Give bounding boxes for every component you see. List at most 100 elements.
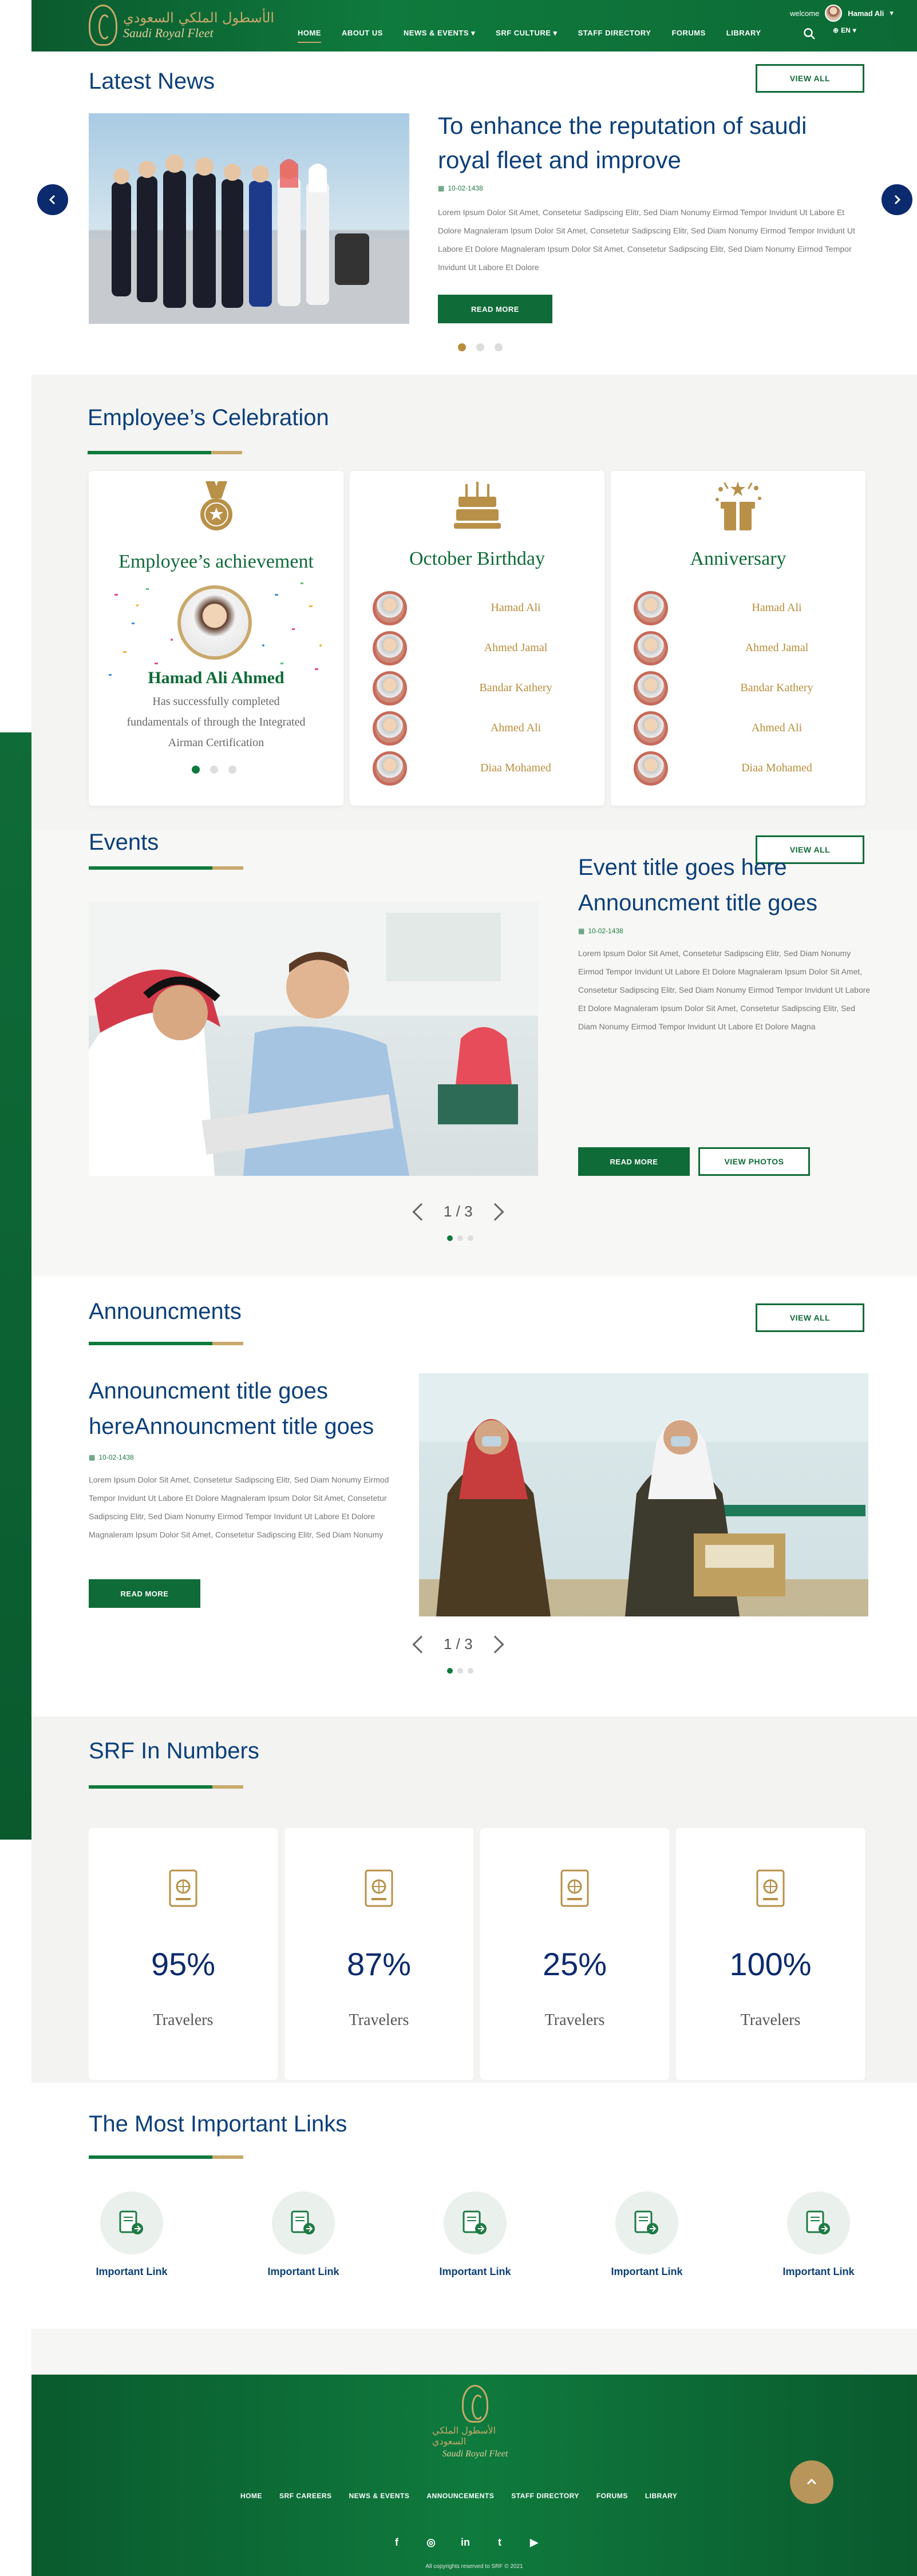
important-link[interactable]: Important Link bbox=[418, 2191, 532, 2294]
announcement-date: ▦ 10-02-1438 bbox=[89, 1453, 134, 1461]
person-name: Diaa Mohamed bbox=[741, 762, 812, 774]
carousel-dot[interactable] bbox=[210, 766, 218, 774]
list-item[interactable]: Ahmed Ali bbox=[611, 711, 865, 746]
announcement-illustration bbox=[419, 1373, 868, 1616]
list-item[interactable]: Bandar Kathery bbox=[350, 671, 604, 706]
calendar-icon: ▦ bbox=[438, 184, 445, 192]
important-link[interactable]: Important Link bbox=[761, 2191, 876, 2294]
link-label: Important Link bbox=[439, 2266, 511, 2277]
nav-staff-directory[interactable]: STAFF DIRECTORY bbox=[578, 29, 651, 43]
news-headline[interactable]: To enhance the reputation of saudi royal… bbox=[438, 109, 861, 177]
nav-forums[interactable]: FORUMS bbox=[671, 29, 705, 43]
chevron-right-icon[interactable] bbox=[486, 1202, 504, 1221]
gift-celebration-icon bbox=[716, 481, 761, 530]
footer-nav-announcements[interactable]: ANNOUNCEMENTS bbox=[426, 2492, 494, 2500]
carousel-dots bbox=[192, 766, 236, 774]
footer-logo[interactable]: الأسطول الملكي السعودي Saudi Royal Fleet bbox=[432, 2385, 518, 2459]
footer-nav-news-events[interactable]: NEWS & EVENTS bbox=[349, 2492, 410, 2500]
carousel-dots bbox=[447, 1235, 473, 1241]
link-icon bbox=[100, 2191, 163, 2254]
scroll-to-top-button[interactable] bbox=[790, 2460, 833, 2504]
event-headline[interactable]: Event title goes here Announcment title … bbox=[578, 850, 876, 921]
cake-icon bbox=[454, 482, 501, 529]
linkedin-icon[interactable]: in bbox=[458, 2535, 473, 2550]
list-item[interactable]: Diaa Mohamed bbox=[611, 751, 865, 786]
read-more-button[interactable]: READ MORE bbox=[438, 295, 552, 323]
carousel-dot[interactable] bbox=[468, 1235, 473, 1241]
logo[interactable]: الأسطول الملكي السعودي Saudi Royal Fleet bbox=[89, 5, 274, 46]
facebook-icon[interactable]: f bbox=[389, 2535, 404, 2550]
nav-news-events[interactable]: NEWS & EVENTS ▾ bbox=[404, 29, 475, 43]
chevron-left-icon[interactable] bbox=[412, 1635, 430, 1654]
announcement-image bbox=[419, 1373, 868, 1616]
carousel-dot[interactable] bbox=[457, 1668, 463, 1674]
footer-nav-forums[interactable]: FORUMS bbox=[596, 2492, 628, 2500]
important-link[interactable]: Important Link bbox=[246, 2191, 361, 2294]
link-label: Important Link bbox=[96, 2266, 168, 2277]
nav-about[interactable]: ABOUT US bbox=[342, 29, 383, 43]
read-more-button[interactable]: READ MORE bbox=[89, 1579, 200, 1608]
nav-news-events-label: NEWS & EVENTS bbox=[403, 29, 469, 37]
stat-label: Travelers bbox=[544, 2011, 605, 2029]
link-icon bbox=[615, 2191, 678, 2254]
nav-library[interactable]: LIBRARY bbox=[726, 29, 761, 43]
avatar bbox=[373, 631, 407, 665]
next-slide-button[interactable] bbox=[882, 184, 912, 215]
carousel-dot[interactable] bbox=[495, 343, 503, 351]
pager-text: 1 / 3 bbox=[444, 1203, 473, 1220]
carousel-dot[interactable] bbox=[476, 343, 484, 351]
passport-icon bbox=[365, 1869, 393, 1907]
carousel-dot[interactable] bbox=[447, 1235, 453, 1241]
chevron-up-icon bbox=[807, 2478, 817, 2485]
link-label: Important Link bbox=[267, 2266, 339, 2277]
person-name: Diaa Mohamed bbox=[480, 762, 551, 774]
carousel-dot[interactable] bbox=[192, 766, 200, 774]
birthday-card: October Birthday Hamad Ali Ahmed Jamal B… bbox=[350, 471, 604, 806]
prev-slide-button[interactable] bbox=[37, 184, 68, 215]
anniversary-card: Anniversary Hamad Ali Ahmed Jamal Bandar… bbox=[611, 471, 865, 806]
carousel-dot[interactable] bbox=[458, 343, 466, 351]
list-item[interactable]: Hamad Ali bbox=[611, 591, 865, 625]
pager-text: 1 / 3 bbox=[444, 1635, 473, 1652]
footer-nav-careers[interactable]: SRF CAREERS bbox=[279, 2492, 332, 2500]
carousel-dots bbox=[447, 1668, 473, 1674]
language-switcher[interactable]: ⊕ EN ▾ bbox=[833, 26, 856, 34]
view-all-button[interactable]: VIEW ALL bbox=[756, 1303, 864, 1332]
chevron-left-icon bbox=[49, 195, 56, 205]
user-menu[interactable]: welcome Hamad Ali ▾ bbox=[790, 5, 894, 22]
important-link[interactable]: Important Link bbox=[590, 2191, 704, 2294]
chevron-right-icon[interactable] bbox=[486, 1635, 504, 1654]
view-photos-button[interactable]: VIEW PHOTOS bbox=[698, 1147, 810, 1176]
carousel-dot[interactable] bbox=[457, 1235, 463, 1241]
medal-icon bbox=[200, 481, 232, 530]
carousel-dot[interactable] bbox=[228, 766, 236, 774]
nav-srf-culture[interactable]: SRF CULTURE ▾ bbox=[496, 29, 557, 43]
carousel-dot[interactable] bbox=[447, 1668, 453, 1674]
nav-home[interactable]: HOME bbox=[298, 29, 321, 43]
person-name: Ahmed Ali bbox=[751, 722, 803, 734]
view-all-button[interactable]: VIEW ALL bbox=[756, 64, 864, 93]
announcement-headline[interactable]: Announcment title goes hereAnnouncment t… bbox=[89, 1373, 444, 1444]
nav-srf-culture-label: SRF CULTURE bbox=[496, 29, 551, 37]
carousel-dot[interactable] bbox=[468, 1668, 473, 1674]
instagram-icon[interactable]: ◎ bbox=[424, 2535, 438, 2550]
footer-nav-home[interactable]: HOME bbox=[240, 2492, 262, 2500]
list-item[interactable]: Bandar Kathery bbox=[611, 671, 865, 706]
chevron-left-icon[interactable] bbox=[412, 1202, 430, 1221]
list-item[interactable]: Hamad Ali bbox=[350, 591, 604, 625]
section-underline bbox=[89, 2155, 243, 2159]
list-item[interactable]: Ahmed Jamal bbox=[350, 631, 604, 665]
search-icon[interactable] bbox=[803, 27, 816, 40]
footer-nav-library[interactable]: LIBRARY bbox=[645, 2492, 677, 2500]
footer-nav-staff-directory[interactable]: STAFF DIRECTORY bbox=[511, 2492, 579, 2500]
important-link[interactable]: Important Link bbox=[74, 2191, 189, 2294]
youtube-icon[interactable]: ▶ bbox=[527, 2535, 541, 2550]
list-item[interactable]: Ahmed Ali bbox=[350, 711, 604, 746]
avatar bbox=[634, 631, 668, 665]
event-illustration bbox=[89, 901, 538, 1176]
list-item[interactable]: Ahmed Jamal bbox=[611, 631, 865, 665]
chevron-right-icon bbox=[894, 195, 901, 205]
twitter-icon[interactable]: t bbox=[492, 2535, 507, 2550]
read-more-button[interactable]: READ MORE bbox=[578, 1147, 690, 1176]
list-item[interactable]: Diaa Mohamed bbox=[350, 751, 604, 786]
